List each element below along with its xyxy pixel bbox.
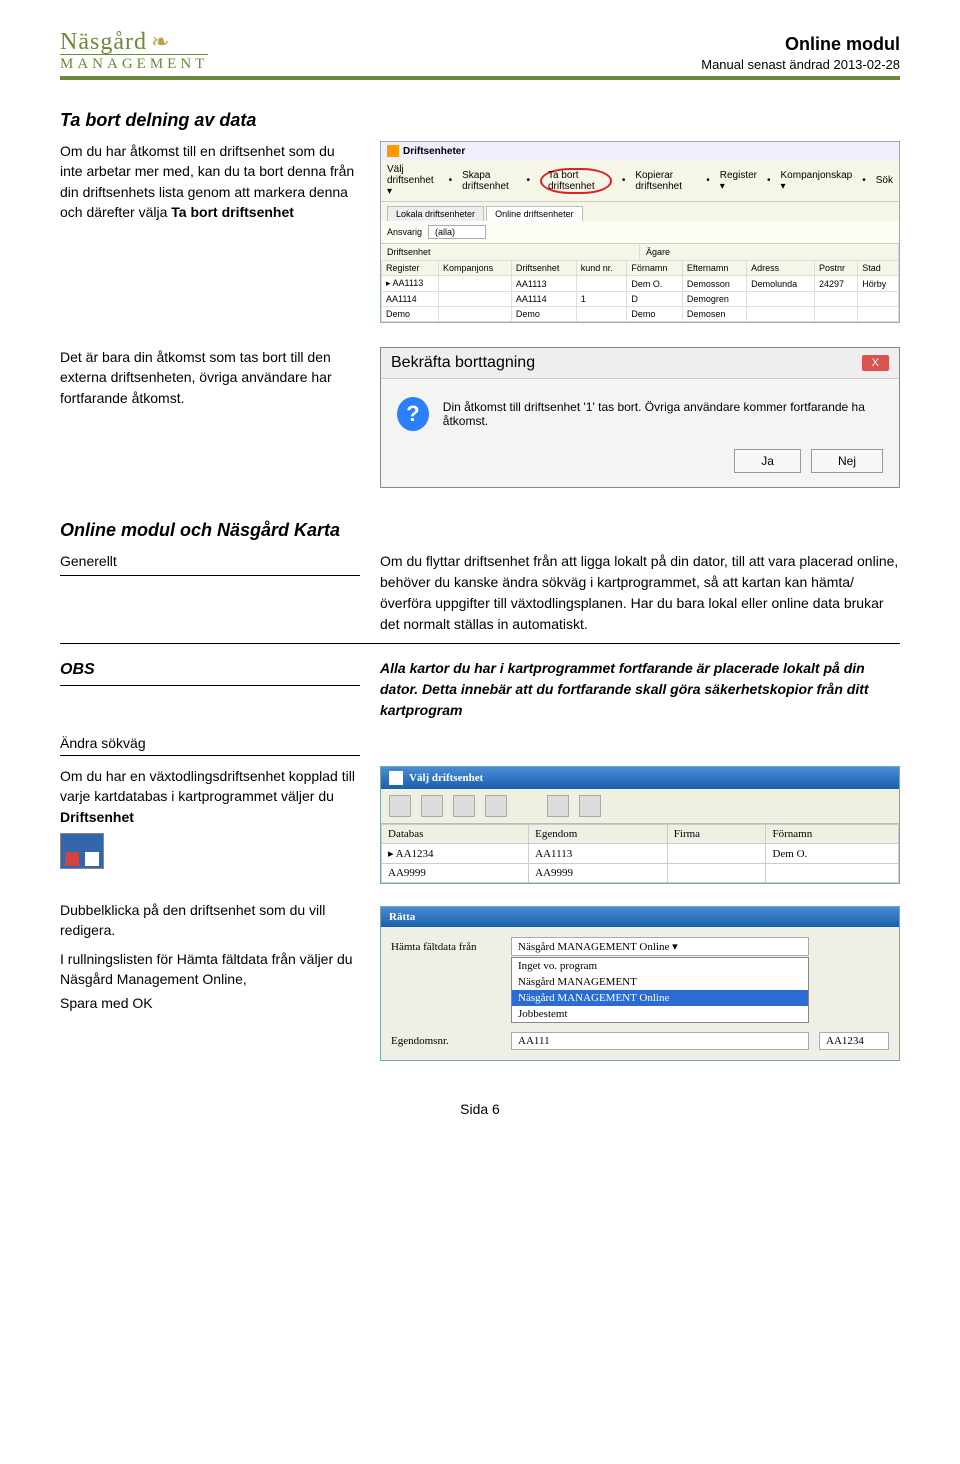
tab-online[interactable]: Online driftsenheter	[486, 206, 583, 221]
tb-sok[interactable]: Sök	[876, 175, 893, 186]
valj-driftsenhet-window: Välj driftsenhet Databas Egendom Firma	[380, 766, 900, 884]
doc-title: Online modul	[701, 34, 900, 55]
split-agare: Ägare	[640, 244, 899, 260]
section1-bold: Ta bort driftsenhet	[171, 204, 294, 220]
window-icon	[389, 771, 403, 785]
ratta-window: Rätta Hämta fältdata från Näsgård MANAGE…	[380, 906, 900, 1061]
question-icon: ?	[397, 397, 429, 431]
col-kompanjons: Kompanjons	[439, 261, 512, 276]
tab-lokala[interactable]: Lokala driftsenheter	[387, 206, 484, 221]
bottom-text1: Dubbelklicka på den driftsenhet som du v…	[60, 900, 360, 941]
tb-valj[interactable]: Välj driftsenhet ▾	[387, 164, 439, 197]
close-icon[interactable]: X	[862, 355, 889, 371]
dialog-body-text: Din åtkomst till driftsenhet '1' tas bor…	[443, 400, 883, 428]
ratta-field2a[interactable]: AA111	[511, 1032, 809, 1050]
driftsenheter-toolbar: Välj driftsenhet ▾ • Skapa driftsenhet •…	[381, 160, 899, 202]
tb-kopiera[interactable]: Kopierar driftsenhet	[635, 170, 696, 192]
table-row[interactable]: AA9999 AA9999	[382, 864, 899, 883]
toolbar-icon[interactable]	[421, 795, 443, 817]
page-footer: Sida 6	[60, 1101, 900, 1117]
toolbar-icon[interactable]	[485, 795, 507, 817]
dropdown-item[interactable]: Näsgård MANAGEMENT	[512, 974, 808, 990]
bottom-text2: I rullningslisten för Hämta fältdata frå…	[60, 949, 360, 990]
dropdown-item-selected[interactable]: Näsgård MANAGEMENT Online	[512, 990, 808, 1006]
col-kundnr: kund nr.	[576, 261, 627, 276]
ratta-field1[interactable]: Näsgård MANAGEMENT Online ▾	[511, 937, 809, 956]
table-row[interactable]: ▸ AA1234 AA1113 Dem O.	[382, 844, 899, 864]
obs-text: Alla kartor du har i kartprogrammet fort…	[380, 658, 900, 721]
vd-col-firma: Firma	[667, 825, 766, 844]
toolbar-icon[interactable]	[547, 795, 569, 817]
col-register: Register	[382, 261, 439, 276]
dialog-title: Bekräfta borttagning	[391, 354, 535, 372]
tb-kompanjon[interactable]: Kompanjonskap ▾	[781, 170, 853, 192]
col-driftsenhet: Driftsenhet	[511, 261, 576, 276]
table-row[interactable]: ▸ AA1113 AA1113 Dem O. Demosson Demolund…	[382, 276, 899, 292]
col-postnr: Postnr	[815, 261, 858, 276]
window-title: Driftsenheter	[403, 146, 465, 157]
andra-sokvag-label: Ändra sökväg	[60, 735, 360, 756]
tb-tabort[interactable]: Ta bort driftsenhet	[540, 168, 612, 194]
col-efternamn: Efternamn	[682, 261, 746, 276]
table-row[interactable]: AA1114 AA11141 DDemogren	[382, 292, 899, 307]
house-icon	[60, 833, 104, 869]
leaf-icon: ❧	[151, 31, 170, 53]
section1-left: Om du har åtkomst till en driftsenhet so…	[60, 141, 360, 222]
window-icon	[387, 145, 399, 157]
logo-text-top: Näsgård	[60, 30, 147, 54]
driftsenheter-table: Register Kompanjons Driftsenhet kund nr.…	[381, 260, 899, 322]
col-stad: Stad	[858, 261, 899, 276]
ratta-field2b[interactable]: AA1234	[819, 1032, 889, 1050]
yes-button[interactable]: Ja	[734, 449, 801, 473]
split-driftsenhet: Driftsenhet	[381, 244, 640, 260]
header-rule	[60, 76, 900, 80]
section2-left: Det är bara din åtkomst som tas bort til…	[60, 347, 360, 408]
tb-register[interactable]: Register ▾	[720, 170, 757, 192]
vd-col-fornamn: Förnamn	[766, 825, 899, 844]
table-row[interactable]: Demo Demo DemoDemosen	[382, 307, 899, 322]
obs-label: OBS	[60, 658, 360, 686]
bottom-text3: Spara med OK	[60, 993, 360, 1013]
no-button[interactable]: Nej	[811, 449, 883, 473]
generellt-label: Generellt	[60, 551, 360, 576]
toolbar-icon[interactable]	[453, 795, 475, 817]
ratta-label2: Egendomsnr.	[391, 1035, 501, 1047]
vd-col-egendom: Egendom	[529, 825, 668, 844]
dropdown-item[interactable]: Inget vo. program	[512, 958, 808, 974]
vd-title: Välj driftsenhet	[409, 772, 483, 784]
doc-subtitle: Manual senast ändrad 2013-02-28	[701, 57, 900, 72]
ratta-label1: Hämta fältdata från	[391, 941, 501, 953]
andra-text: Om du har en växtodlings­driftsenhet kop…	[60, 768, 355, 804]
andra-bold: Driftsenhet	[60, 809, 134, 825]
logo-text-bottom: MANAGEMENT	[60, 54, 208, 72]
toolbar-icon[interactable]	[579, 795, 601, 817]
filter-label: Ansvarig	[387, 227, 422, 237]
col-fornamn: Förnamn	[627, 261, 683, 276]
section-title-karta: Online modul och Näsgård Karta	[60, 520, 900, 541]
logo: Näsgård ❧ MANAGEMENT	[60, 30, 208, 72]
generellt-text: Om du flyttar driftsenhet från att ligga…	[380, 551, 900, 635]
filter-select[interactable]: (alla)	[428, 225, 486, 239]
col-adress: Adress	[747, 261, 815, 276]
ratta-dropdown[interactable]: Inget vo. program Näsgård MANAGEMENT Näs…	[511, 957, 809, 1023]
section-title-remove-share: Ta bort delning av data	[60, 110, 900, 131]
toolbar-icon[interactable]	[389, 795, 411, 817]
vd-col-databas: Databas	[382, 825, 529, 844]
confirm-dialog: Bekräfta borttagning X ? Din åtkomst til…	[380, 347, 900, 488]
tb-skapa[interactable]: Skapa driftsenhet	[462, 170, 516, 192]
dropdown-item[interactable]: Jobbestemt	[512, 1006, 808, 1022]
driftsenheter-window: Driftsenheter Välj driftsenhet ▾ • Skapa…	[380, 141, 900, 323]
page-header: Näsgård ❧ MANAGEMENT Online modul Manual…	[60, 30, 900, 72]
ratta-title: Rätta	[381, 907, 899, 927]
